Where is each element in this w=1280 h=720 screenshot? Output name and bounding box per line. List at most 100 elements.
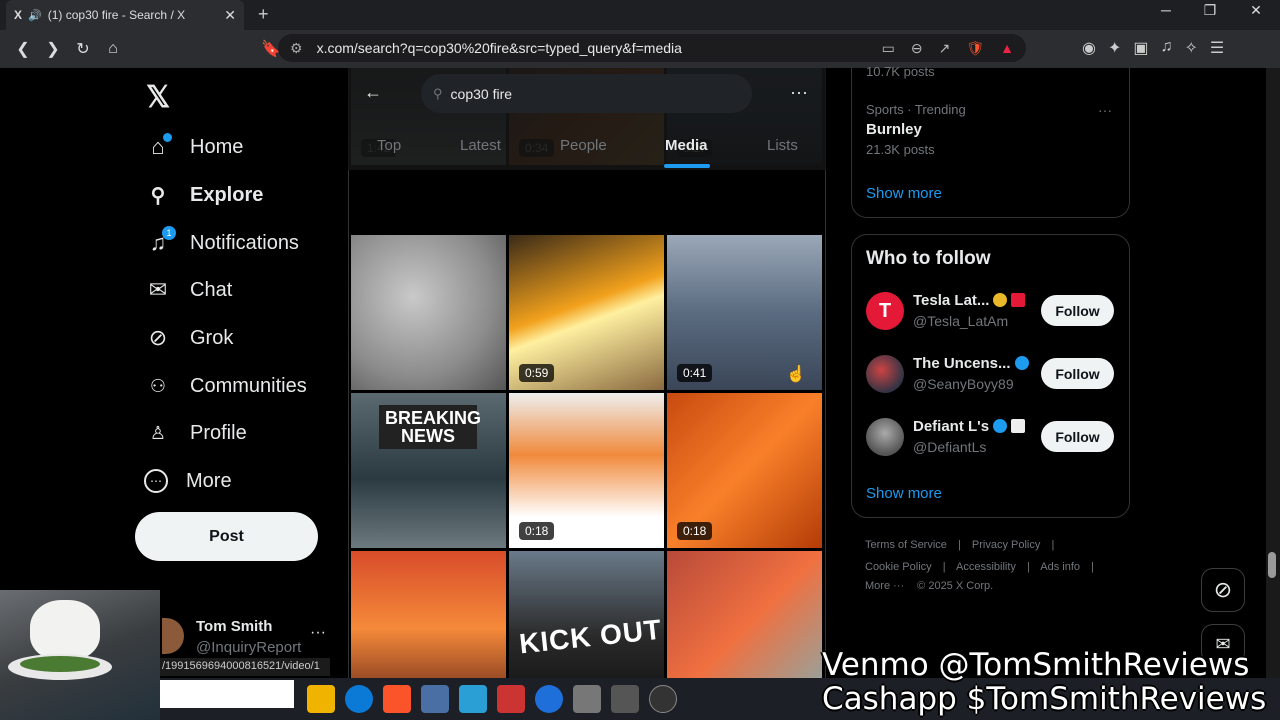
- media-icon[interactable]: ♫: [1161, 38, 1173, 58]
- verified-blue-icon: [993, 419, 1008, 433]
- footer-ads-link[interactable]: Ads info: [1040, 561, 1080, 573]
- media-thumbnail[interactable]: 0:59: [509, 235, 664, 390]
- search-more-icon[interactable]: ···: [790, 82, 808, 103]
- file-explorer-icon[interactable]: [307, 685, 335, 713]
- post-button[interactable]: Post: [135, 512, 318, 561]
- follow-show-more-link[interactable]: Show more: [866, 485, 942, 502]
- footer-links-row2: Cookie Policy | Accessibility | Ads info…: [865, 561, 1102, 573]
- x-favicon-icon: X: [14, 8, 23, 22]
- follow-suggestion[interactable]: Defiant L's @DefiantLs Follow: [866, 418, 1116, 462]
- tab-top[interactable]: Top: [377, 137, 401, 154]
- nav-more[interactable]: ⋯ More: [144, 461, 232, 501]
- menu-icon[interactable]: ☰: [1210, 38, 1224, 58]
- footer-accessibility-link[interactable]: Accessibility: [956, 561, 1016, 573]
- address-bar[interactable]: ⚙ x.com/search?q=cop30%20fire&src=typed_…: [278, 34, 1026, 62]
- follow-suggestion[interactable]: T Tesla Lat... @Tesla_LatAm Follow: [866, 292, 1116, 336]
- back-icon[interactable]: ❮: [8, 39, 38, 59]
- chat-app-icon[interactable]: [573, 685, 601, 713]
- cast-icon[interactable]: ▭: [882, 40, 895, 57]
- brave-shield-icon[interactable]: 🛡: [966, 40, 984, 57]
- extensions-icon[interactable]: ✦: [1108, 38, 1121, 58]
- media-thumbnail[interactable]: 0:18: [667, 393, 822, 548]
- wallet-icon[interactable]: ◉: [1082, 38, 1096, 58]
- verified-gold-icon: [993, 293, 1008, 307]
- avatar: [162, 618, 184, 654]
- media-thumbnail[interactable]: [351, 551, 506, 688]
- home-browser-icon[interactable]: ⌂: [98, 40, 128, 58]
- tab-lists[interactable]: Lists: [767, 137, 798, 154]
- taskbar-search-box[interactable]: [160, 680, 294, 708]
- nav-communities[interactable]: ⚇ Communities: [144, 366, 307, 406]
- x-logo[interactable]: 𝕏: [146, 80, 170, 115]
- audio-playing-icon[interactable]: 🔊: [28, 9, 42, 22]
- camera-icon[interactable]: [611, 685, 639, 713]
- close-window-button[interactable]: ✕: [1236, 2, 1276, 19]
- tab-people[interactable]: People: [560, 137, 607, 154]
- tab-close-icon[interactable]: ✕: [224, 7, 236, 24]
- nav-label: Home: [190, 135, 244, 158]
- media-thumbnail[interactable]: 0:18: [509, 393, 664, 548]
- account-switcher[interactable]: Tom Smith @InquiryReport ···: [162, 612, 332, 662]
- tab-media[interactable]: Media: [665, 137, 708, 154]
- footer-copyright: © 2025 X Corp.: [917, 580, 994, 592]
- media-thumbnail[interactable]: KICK OUT: [509, 551, 664, 688]
- nav-label: Notifications: [190, 231, 299, 254]
- brave-icon[interactable]: [383, 685, 411, 713]
- nav-label: More: [186, 469, 232, 492]
- back-arrow-icon[interactable]: ←: [364, 82, 382, 103]
- forward-icon[interactable]: ❯: [38, 39, 68, 59]
- leo-ai-icon[interactable]: ✧: [1185, 38, 1198, 58]
- tab-title: (1) cop30 fire - Search / X: [47, 8, 186, 22]
- tab-latest[interactable]: Latest: [460, 137, 501, 154]
- app-icon[interactable]: [497, 685, 525, 713]
- search-input[interactable]: ⚲ cop30 fire: [421, 74, 752, 113]
- trend-more-icon[interactable]: ···: [1098, 102, 1112, 118]
- follow-suggestion[interactable]: The Uncens... @SeanyBoyy89 Follow: [866, 355, 1116, 399]
- url-text[interactable]: x.com/search?q=cop30%20fire&src=typed_qu…: [317, 40, 866, 56]
- maximize-button[interactable]: ❐: [1190, 2, 1230, 19]
- footer-cookie-link[interactable]: Cookie Policy: [865, 561, 932, 573]
- nav-notifications[interactable]: ♫ 1 Notifications: [144, 223, 299, 263]
- share-icon[interactable]: ↗: [939, 40, 951, 57]
- site-settings-icon[interactable]: ⚙: [290, 40, 303, 57]
- nav-label: Explore: [190, 183, 264, 206]
- nav-label: Grok: [190, 326, 234, 349]
- calculator-icon[interactable]: [421, 685, 449, 713]
- footer-more-link[interactable]: More ···: [865, 580, 904, 592]
- search-query[interactable]: cop30 fire: [451, 86, 512, 102]
- grok-fab-icon[interactable]: ⊘: [1201, 568, 1245, 612]
- monitor-icon[interactable]: [459, 685, 487, 713]
- footer-separator: |: [957, 539, 961, 551]
- reload-icon[interactable]: ↻: [68, 39, 98, 59]
- footer-privacy-link[interactable]: Privacy Policy: [972, 539, 1040, 551]
- globe-icon[interactable]: [535, 685, 563, 713]
- browser-tab[interactable]: X 🔊 (1) cop30 fire - Search / X ✕: [6, 0, 244, 30]
- sidebar-toggle-icon[interactable]: ▣: [1133, 38, 1148, 58]
- minimize-button[interactable]: ─: [1146, 2, 1186, 18]
- media-thumbnail[interactable]: [351, 235, 506, 390]
- nav-grok[interactable]: ⊘ Grok: [144, 318, 234, 358]
- avatar: [866, 418, 904, 456]
- scrollbar-thumb[interactable]: [1268, 552, 1276, 578]
- video-duration-badge: 0:18: [519, 522, 555, 540]
- trends-show-more-link[interactable]: Show more: [866, 185, 942, 202]
- nav-explore[interactable]: ⚲ Explore: [144, 175, 264, 215]
- account-more-icon[interactable]: ···: [310, 624, 326, 642]
- nav-home[interactable]: ⌂ Home: [144, 127, 243, 167]
- follow-button[interactable]: Follow: [1041, 358, 1114, 389]
- notification-badge: 1: [162, 226, 176, 240]
- trend-topic[interactable]: Burnley: [866, 121, 922, 138]
- zoom-icon[interactable]: ⊖: [911, 40, 923, 57]
- edge-icon[interactable]: [345, 685, 373, 713]
- media-thumbnail[interactable]: BREAKING NEWS: [351, 393, 506, 548]
- new-tab-button[interactable]: +: [258, 4, 269, 25]
- page-scrollbar[interactable]: [1266, 68, 1280, 688]
- nav-chat[interactable]: ✉ Chat: [144, 270, 232, 310]
- media-thumbnail[interactable]: [667, 551, 822, 688]
- brave-rewards-icon[interactable]: ▲: [1000, 40, 1014, 56]
- follow-button[interactable]: Follow: [1041, 421, 1114, 452]
- nav-profile[interactable]: ♙ Profile: [144, 413, 247, 453]
- obs-icon[interactable]: [649, 685, 677, 713]
- footer-terms-link[interactable]: Terms of Service: [865, 539, 947, 551]
- follow-button[interactable]: Follow: [1041, 295, 1114, 326]
